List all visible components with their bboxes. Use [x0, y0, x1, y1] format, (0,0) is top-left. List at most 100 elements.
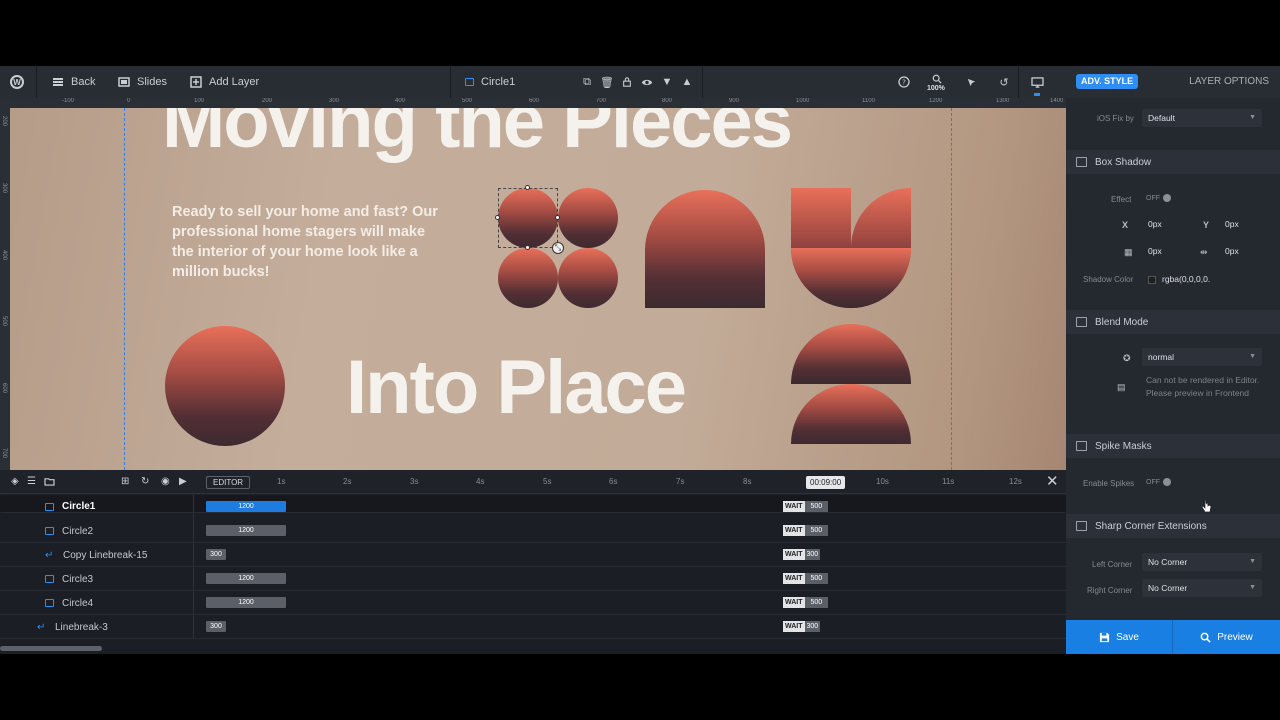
info-icon: ▤ [1117, 382, 1126, 392]
circle2-layer[interactable] [558, 188, 618, 248]
tab-layer-options[interactable]: LAYER OPTIONS [1189, 76, 1269, 87]
spread-icon: ⇹ [1200, 247, 1208, 257]
current-time[interactable]: 00:09:00 [806, 476, 846, 489]
undo-icon[interactable]: ↺ [997, 75, 1011, 89]
timeline-row[interactable]: Circle4 1200 WAIT 500 [0, 591, 1066, 615]
play-icon[interactable]: ▶ [179, 477, 189, 487]
blend-note: Can not be rendered in Editor. Please pr… [1146, 375, 1260, 398]
add-layer-button[interactable]: Add Layer [190, 66, 259, 98]
help-icon[interactable]: ? [897, 75, 911, 89]
timeline-row[interactable]: ↵ Copy Linebreak-15 300 WAIT 300 [0, 543, 1066, 567]
style-panel: iOS Fix by Default ▼ Box Shadow Effect OF… [1066, 98, 1280, 620]
shadow-x-input[interactable]: 0px [1142, 215, 1202, 233]
audio-icon[interactable]: ◉ [161, 477, 171, 487]
timeline-row[interactable]: Circle3 1200 WAIT 500 [0, 567, 1066, 591]
desktop-view-icon[interactable] [1030, 75, 1044, 89]
resize-handle-bottom[interactable] [525, 245, 530, 250]
zoom-level: 100% [927, 85, 945, 92]
layer-shape-icon [45, 503, 54, 511]
shadow-spread-input[interactable]: 0px [1219, 242, 1269, 260]
linebreak-icon: ↵ [45, 549, 54, 561]
rotate-handle-icon[interactable]: ⤡ [552, 242, 564, 254]
delete-icon[interactable]: 🗑 [600, 75, 614, 89]
shadow-effect-toggle[interactable]: OFF [1146, 194, 1171, 202]
menu-icon [53, 78, 63, 86]
grid-icon[interactable]: ⊞ [121, 477, 131, 487]
duplicate-icon[interactable]: ⧉ [580, 75, 594, 89]
large-circle-layer[interactable] [165, 326, 285, 446]
resize-handle-right[interactable] [555, 215, 560, 220]
visibility-icon[interactable] [640, 75, 654, 89]
blur-icon: ▦ [1124, 247, 1133, 257]
blend-mode-header[interactable]: Blend Mode [1066, 310, 1280, 334]
selection-box[interactable] [498, 188, 558, 248]
back-button[interactable]: Back [52, 66, 95, 98]
shadow-color-picker[interactable]: rgba(0,0,0,0. [1142, 270, 1222, 288]
horizontal-ruler: -100 0 100 200 300 400 500 600 700 800 9… [0, 98, 1066, 108]
half-circle-top[interactable] [791, 324, 911, 384]
animation-bar[interactable]: 1200 [206, 525, 286, 536]
sharp-corner-icon [1076, 521, 1087, 531]
spike-masks-header[interactable]: Spike Masks [1066, 434, 1280, 458]
circle4-layer[interactable] [558, 248, 618, 308]
loop-icon[interactable]: ↻ [141, 477, 151, 487]
preview-button[interactable]: Preview [1172, 620, 1280, 654]
wait-bar[interactable]: WAIT 300 [783, 621, 821, 632]
resize-handle-left[interactable] [495, 215, 500, 220]
timeline-row[interactable]: Circle2 1200 WAIT 500 [0, 519, 1066, 543]
headline-bottom[interactable]: Into Place [346, 344, 687, 431]
wait-bar[interactable]: WAIT 500 [783, 525, 829, 536]
wordpress-logo[interactable]: W [10, 66, 24, 98]
box-shadow-icon [1076, 157, 1087, 167]
action-bar: Save Preview [1066, 620, 1280, 654]
editor-badge[interactable]: EDITOR [206, 476, 251, 489]
animation-bar[interactable]: 1200 [206, 501, 286, 512]
intro-paragraph[interactable]: Ready to sell your home and fast? Our pr… [172, 202, 442, 282]
animation-bar[interactable]: 1200 [206, 573, 286, 584]
lock-icon[interactable] [620, 75, 634, 89]
box-shadow-header[interactable]: Box Shadow [1066, 150, 1280, 174]
folder-icon[interactable] [44, 477, 55, 487]
layers-icon[interactable]: ◈ [11, 477, 21, 487]
ios-fix-select[interactable]: Default ▼ [1142, 109, 1262, 127]
shadow-y-input[interactable]: 0px [1219, 215, 1269, 233]
layer-shape-icon [45, 575, 54, 583]
blend-mode-select[interactable]: normal ▼ [1142, 348, 1262, 366]
leaf-shape-bottom[interactable] [791, 248, 911, 308]
move-down-icon[interactable]: ▼ [660, 75, 674, 89]
slide-canvas[interactable]: Moving the Pieces Ready to sell your hom… [10, 108, 1066, 470]
zoom-icon[interactable] [930, 72, 944, 86]
slider-editor: W Back Slides Add Layer Circle1 ⧉ 🗑 ▼ ▲ [0, 66, 1280, 654]
circle3-layer[interactable] [498, 248, 558, 308]
close-icon[interactable]: ✕ [1046, 474, 1059, 489]
wait-bar[interactable]: WAIT 500 [783, 573, 829, 584]
animation-bar[interactable]: 300 [206, 621, 226, 632]
shadow-blur-input[interactable]: 0px [1142, 242, 1202, 260]
enable-spikes-toggle[interactable]: OFF [1146, 478, 1171, 486]
headline-top[interactable]: Moving the Pieces [162, 108, 793, 165]
animation-bar[interactable]: 1200 [206, 597, 286, 608]
tab-adv-style[interactable]: ADV. STYLE [1076, 74, 1139, 89]
resize-handle-top[interactable] [525, 185, 530, 190]
wait-bar[interactable]: WAIT 300 [783, 549, 821, 560]
mouse-cursor-icon [1202, 499, 1212, 513]
timeline-scrollbar[interactable] [0, 646, 102, 651]
pointer-icon[interactable] [964, 75, 978, 89]
slides-button[interactable]: Slides [118, 66, 167, 98]
wait-bar[interactable]: WAIT 500 [783, 597, 829, 608]
list-icon[interactable]: ☰ [27, 477, 37, 487]
wait-bar[interactable]: WAIT 500 [783, 501, 829, 512]
timeline-row[interactable]: Circle1 1200 WAIT 500 [0, 495, 1066, 519]
sharp-corner-header[interactable]: Sharp Corner Extensions [1066, 514, 1280, 538]
save-button[interactable]: Save [1066, 620, 1172, 654]
timeline-row[interactable]: ↵ Linebreak-3 300 WAIT 300 [0, 615, 1066, 639]
panel-tabs: ADV. STYLE LAYER OPTIONS [1066, 66, 1280, 98]
x-offset-icon: X [1122, 220, 1129, 230]
current-layer[interactable]: Circle1 [465, 66, 515, 98]
left-corner-select[interactable]: No Corner ▼ [1142, 553, 1262, 571]
half-circle-bottom[interactable] [791, 384, 911, 444]
animation-bar[interactable]: 300 [206, 549, 226, 560]
arch-shape[interactable] [645, 190, 765, 308]
right-corner-select[interactable]: No Corner ▼ [1142, 579, 1262, 597]
move-up-icon[interactable]: ▲ [680, 75, 694, 89]
